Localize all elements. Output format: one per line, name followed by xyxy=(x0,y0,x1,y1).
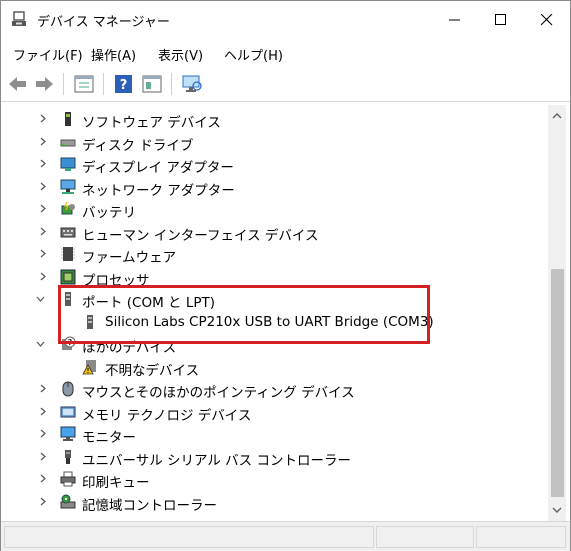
status-segment xyxy=(4,526,374,548)
tree-node-human-interface-devices[interactable]: ヒューマン インターフェイス デバイス xyxy=(3,221,548,244)
tree-node-label: モニター xyxy=(82,430,136,446)
mouse-icon xyxy=(62,381,74,397)
device-manager-window: デバイス マネージャー ファイル(F) 操作(A) 表示(V) ヘルプ(H) ?… xyxy=(0,0,571,551)
tree-node-mice[interactable]: マウスとそのほかのポインティング デバイス xyxy=(3,378,548,401)
highlight-annotation-box xyxy=(58,285,430,344)
tree-node-label: マウスとそのほかのポインティング デバイス xyxy=(82,385,355,401)
memory-icon xyxy=(60,406,76,418)
maximize-button[interactable] xyxy=(478,1,524,39)
minimize-button[interactable] xyxy=(432,1,478,39)
tree-node-label: メモリ テクノロジ デバイス xyxy=(82,408,252,424)
status-segment xyxy=(476,526,566,548)
display-adapter-icon xyxy=(60,157,76,171)
status-bar xyxy=(1,521,570,551)
tree-node-software-devices[interactable]: ソフトウェア デバイス xyxy=(3,108,548,131)
status-segment xyxy=(376,526,474,548)
tree-node-label: ディスプレイ アダプター xyxy=(82,160,234,176)
title-bar[interactable]: デバイス マネージャー xyxy=(1,1,570,39)
chevron-down-icon[interactable] xyxy=(36,294,45,303)
tree-node-label: 記憶域コントローラー xyxy=(82,498,217,514)
chevron-right-icon[interactable] xyxy=(38,114,47,123)
tree-node-label: 印刷キュー xyxy=(82,475,150,491)
tree-node-label: ディスク ドライブ xyxy=(82,138,194,154)
tree-node-network-adapters[interactable]: ネットワーク アダプター xyxy=(3,176,548,199)
scan-hardware-monitor-icon[interactable] xyxy=(181,74,203,94)
chevron-right-icon[interactable] xyxy=(38,182,47,191)
scroll-down-arrow-icon[interactable] xyxy=(548,501,566,519)
chevron-right-icon[interactable] xyxy=(38,429,47,438)
tree-node-display-adapters[interactable]: ディスプレイ アダプター xyxy=(3,153,548,176)
software-device-icon xyxy=(65,112,71,126)
disk-drive-icon xyxy=(60,139,76,147)
device-manager-app-icon xyxy=(12,11,26,26)
tree-node-disk-drives[interactable]: ディスク ドライブ xyxy=(3,131,548,154)
window-title: デバイス マネージャー xyxy=(37,15,170,30)
toolbar: ? xyxy=(1,67,570,102)
close-icon xyxy=(541,14,553,26)
tree-node-usb-controllers[interactable]: ユニバーサル シリアル バス コントローラー xyxy=(3,446,548,469)
tree-node-label: ユニバーサル シリアル バス コントローラー xyxy=(82,453,351,469)
toolbar-separator xyxy=(63,73,64,95)
processor-icon xyxy=(60,269,76,285)
tree-node-storage-controllers[interactable]: 記憶域コントローラー xyxy=(3,491,548,514)
battery-icon xyxy=(61,201,75,215)
chevron-right-icon[interactable] xyxy=(38,474,47,483)
chevron-right-icon[interactable] xyxy=(38,227,47,236)
tree-node-label: ネットワーク アダプター xyxy=(82,183,235,199)
chevron-right-icon[interactable] xyxy=(38,204,47,213)
svg-text:?: ? xyxy=(120,78,128,93)
chevron-right-icon[interactable] xyxy=(38,137,47,146)
tree-node-batteries[interactable]: バッテリ xyxy=(3,198,548,221)
menu-help[interactable]: ヘルプ(H) xyxy=(224,45,283,64)
chevron-down-icon[interactable] xyxy=(36,339,45,348)
close-button[interactable] xyxy=(524,1,570,39)
menu-action[interactable]: 操作(A) xyxy=(91,45,136,64)
tree-node-firmware[interactable]: ファームウェア xyxy=(3,243,548,266)
chevron-right-icon[interactable] xyxy=(38,407,47,416)
chevron-right-icon[interactable] xyxy=(38,159,47,168)
minimize-icon xyxy=(449,19,460,21)
vertical-scrollbar[interactable] xyxy=(548,105,566,521)
toolbar-separator xyxy=(103,73,104,95)
chevron-right-icon[interactable] xyxy=(38,272,47,281)
unknown-device-warning-icon xyxy=(82,360,96,375)
menu-bar: ファイル(F) 操作(A) 表示(V) ヘルプ(H) xyxy=(1,39,570,67)
chevron-right-icon[interactable] xyxy=(38,497,47,506)
tree-node-label: 不明なデバイス xyxy=(105,363,200,379)
tree-node-label: バッテリ xyxy=(82,205,136,221)
firmware-icon xyxy=(61,247,75,261)
tree-node-label: ファームウェア xyxy=(82,250,177,266)
hid-icon xyxy=(60,227,76,238)
show-panel-icon[interactable] xyxy=(141,74,163,94)
storage-controller-icon xyxy=(60,494,76,509)
chevron-right-icon[interactable] xyxy=(38,384,47,393)
chevron-right-icon[interactable] xyxy=(38,452,47,461)
help-icon[interactable]: ? xyxy=(113,74,135,94)
menu-file[interactable]: ファイル(F) xyxy=(13,45,83,64)
network-adapter-icon xyxy=(60,179,76,194)
usb-icon xyxy=(65,450,71,464)
properties-view-icon[interactable] xyxy=(73,74,95,94)
tree-node-monitors[interactable]: モニター xyxy=(3,423,548,446)
scroll-up-arrow-icon[interactable] xyxy=(548,107,566,125)
toolbar-separator xyxy=(171,73,172,95)
printer-icon xyxy=(60,471,76,487)
menu-view[interactable]: 表示(V) xyxy=(158,45,203,64)
chevron-right-icon[interactable] xyxy=(38,249,47,258)
tree-node-print-queues[interactable]: 印刷キュー xyxy=(3,468,548,491)
tree-node-memory-technology-devices[interactable]: メモリ テクノロジ デバイス xyxy=(3,401,548,424)
back-arrow-icon[interactable] xyxy=(7,74,29,94)
monitor-icon xyxy=(60,426,76,441)
maximize-icon xyxy=(495,14,506,25)
tree-node-unknown-device[interactable]: 不明なデバイス xyxy=(3,356,548,379)
scrollbar-thumb[interactable] xyxy=(551,269,564,497)
tree-node-label: ソフトウェア デバイス xyxy=(82,115,221,131)
tree-node-label: ヒューマン インターフェイス デバイス xyxy=(82,228,319,244)
forward-arrow-icon[interactable] xyxy=(33,74,55,94)
